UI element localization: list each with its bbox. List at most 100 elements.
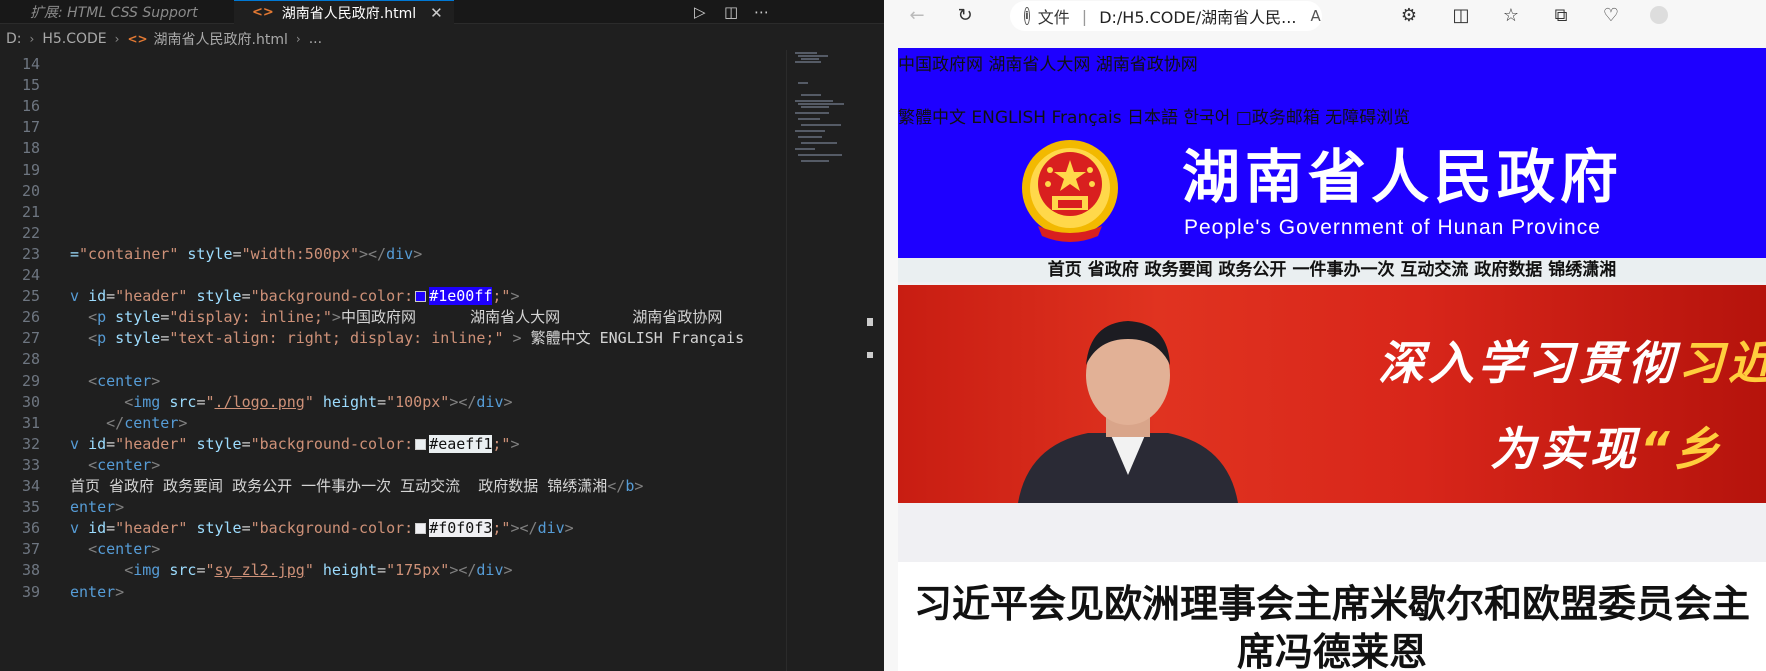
minimap-line: [795, 112, 829, 114]
minimap-line: [798, 82, 808, 84]
code-line[interactable]: 27 <p style="text-align: right; display:…: [0, 327, 786, 351]
code-line[interactable]: 32 v id="header" style="background-color:…: [0, 433, 786, 457]
banner-image[interactable]: 深入学习贯彻习近 为实现“乡: [898, 285, 1766, 503]
line-content[interactable]: <p style="text-align: right; display: in…: [70, 327, 786, 351]
tab-hunan-html[interactable]: <> 湖南省人民政府.html ✕: [234, 0, 454, 24]
minimap-line: [798, 118, 820, 120]
code-line[interactable]: 38 <img src="sy_zl2.jpg" height="175px">…: [0, 559, 786, 583]
line-content[interactable]: ="container" style="width:500px"></div>: [70, 243, 786, 267]
collections-icon[interactable]: ⧉: [1548, 3, 1574, 29]
line-content[interactable]: <center>: [70, 454, 786, 478]
more-actions-icon[interactable]: ⋯: [754, 2, 769, 22]
line-number: 26: [21, 308, 40, 327]
code-line[interactable]: 31 </center>: [0, 412, 786, 436]
close-icon[interactable]: ✕: [430, 4, 443, 22]
line-content[interactable]: v id="header" style="background-color: #e…: [70, 433, 786, 457]
browser-toolbar: ← ↻ i 文件 | D:/H5.CODE/湖南省人民... A ☆ ⚙ ◫ ☆…: [884, 0, 1766, 32]
refresh-icon[interactable]: ↻: [952, 3, 978, 29]
breadcrumb-folder[interactable]: H5.CODE: [42, 31, 106, 47]
minimap-line: [795, 148, 815, 150]
top-links[interactable]: 中国政府网 湖南省人大网 湖南省政协网: [898, 50, 1198, 75]
minimap[interactable]: [786, 50, 874, 671]
code-line[interactable]: 21: [0, 201, 786, 225]
line-number: 34: [21, 477, 40, 495]
line-number: 24: [21, 266, 40, 284]
code-line[interactable]: 25 v id="header" style="background-color:…: [0, 285, 786, 309]
code-line[interactable]: 15: [0, 74, 786, 98]
line-number: 20: [21, 181, 40, 200]
code-line[interactable]: 30 <img src="./logo.png" height="100px">…: [0, 391, 786, 415]
line-number: 28: [21, 350, 40, 369]
info-icon[interactable]: i: [1024, 7, 1030, 25]
code-line[interactable]: 24: [0, 264, 786, 288]
extensions-icon[interactable]: ⚙: [1396, 3, 1422, 29]
tab-label: 扩展: HTML CSS Support: [30, 5, 198, 21]
code-line[interactable]: 16: [0, 95, 786, 119]
article-headline[interactable]: 习近平会见欧洲理事会主席米歇尔和欧盟委员会主席冯德莱恩: [898, 580, 1766, 671]
browser-essentials-icon[interactable]: ♡: [1598, 3, 1624, 29]
code-line[interactable]: 29 <center>: [0, 370, 786, 394]
banner-headline-1-white: 深入学习贯彻: [1378, 336, 1678, 390]
url-text[interactable]: D:/H5.CODE/湖南省人民...: [1099, 4, 1296, 28]
nav-links[interactable]: 首页 省政府 政务要闻 政务公开 一件事办一次 互动交流 政府数据 锦绣潇湘: [898, 258, 1766, 282]
line-content[interactable]: enter>: [70, 581, 786, 605]
scrollbar-marker: [867, 318, 873, 326]
minimap-line: [801, 94, 821, 96]
favorites-icon[interactable]: ☆: [1498, 3, 1524, 29]
line-content[interactable]: </center>: [70, 412, 786, 436]
minimap-line: [801, 124, 841, 126]
line-number: 16: [21, 97, 40, 116]
run-icon[interactable]: ▷: [694, 2, 706, 22]
line-number: 14: [21, 55, 40, 73]
read-aloud-icon[interactable]: A: [1310, 7, 1320, 25]
split-editor-icon[interactable]: ◫: [724, 2, 738, 22]
language-links[interactable]: 繁體中文 ENGLISH Français 日本語 한국어 □政务邮箱 无障碍浏…: [898, 103, 1410, 128]
site-subtitle: People's Government of Hunan Province: [1184, 216, 1601, 239]
line-content[interactable]: 首页 省政府 政务要闻 政务公开 一件事办一次 互动交流 政府数据 锦绣潇湘</…: [70, 475, 786, 499]
breadcrumb-file[interactable]: 湖南省人民政府.html: [154, 29, 288, 49]
page-viewport: 中国政府网 湖南省人大网 湖南省政协网 繁體中文 ENGLISH Françai…: [898, 48, 1766, 671]
code-line[interactable]: 28: [0, 348, 786, 372]
code-line[interactable]: 34 首页 省政府 政务要闻 政务公开 一件事办一次 互动交流 政府数据 锦绣潇湘…: [0, 475, 786, 499]
line-number: 35: [21, 498, 40, 517]
line-content[interactable]: <center>: [70, 370, 786, 394]
code-line[interactable]: 35 enter>: [0, 496, 786, 520]
code-line[interactable]: 20: [0, 180, 786, 204]
code-line[interactable]: 18: [0, 137, 786, 161]
line-content[interactable]: enter>: [70, 496, 786, 520]
minimap-line: [795, 100, 833, 102]
code-line[interactable]: 36 v id="header" style="background-color:…: [0, 517, 786, 541]
code-line[interactable]: 23 ="container" style="width:500px"></div…: [0, 243, 786, 267]
minimap-line: [801, 106, 829, 108]
line-content[interactable]: v id="header" style="background-color: #1…: [70, 285, 786, 309]
line-number: 23: [21, 244, 40, 263]
line-content[interactable]: <img src="./logo.png" height="100px"></d…: [70, 391, 786, 415]
line-content[interactable]: v id="header" style="background-color: #f…: [70, 517, 786, 541]
code-line[interactable]: 39 enter>: [0, 581, 786, 605]
code-line[interactable]: 14: [0, 53, 786, 77]
editor-scrollbar[interactable]: [866, 50, 876, 671]
line-content[interactable]: <center>: [70, 538, 786, 562]
address-bar[interactable]: i 文件 | D:/H5.CODE/湖南省人民... A ☆: [1010, 1, 1322, 31]
breadcrumb-more[interactable]: ...: [309, 31, 322, 47]
line-content[interactable]: <p style="display: inline;">中国政府网 湖南省人大网…: [70, 306, 786, 330]
code-line[interactable]: 17: [0, 116, 786, 140]
line-number: 22: [21, 223, 40, 242]
national-emblem-icon: [1022, 140, 1118, 242]
scrollbar-marker: [867, 352, 873, 358]
code-area[interactable]: 14 15 16 17 18 19 20 21 22 23 ="container" style="…: [0, 50, 786, 671]
code-line[interactable]: 26 <p style="display: inline;">中国政府网 湖南省…: [0, 306, 786, 330]
split-screen-icon[interactable]: ◫: [1448, 3, 1474, 29]
breadcrumb-drive[interactable]: D:: [6, 31, 22, 47]
minimap-line: [798, 136, 822, 138]
line-content[interactable]: <img src="sy_zl2.jpg" height="175px"></d…: [70, 559, 786, 583]
line-number: 36: [21, 519, 40, 538]
code-line[interactable]: 33 <center>: [0, 454, 786, 478]
profile-avatar[interactable]: [1650, 6, 1668, 24]
code-line[interactable]: 19: [0, 159, 786, 183]
code-line[interactable]: 22: [0, 222, 786, 246]
tab-extension-html-css-support[interactable]: 扩展: HTML CSS Support: [0, 0, 234, 24]
back-icon[interactable]: ←: [904, 3, 930, 29]
code-line[interactable]: 37 <center>: [0, 538, 786, 562]
minimap-line: [798, 103, 844, 105]
